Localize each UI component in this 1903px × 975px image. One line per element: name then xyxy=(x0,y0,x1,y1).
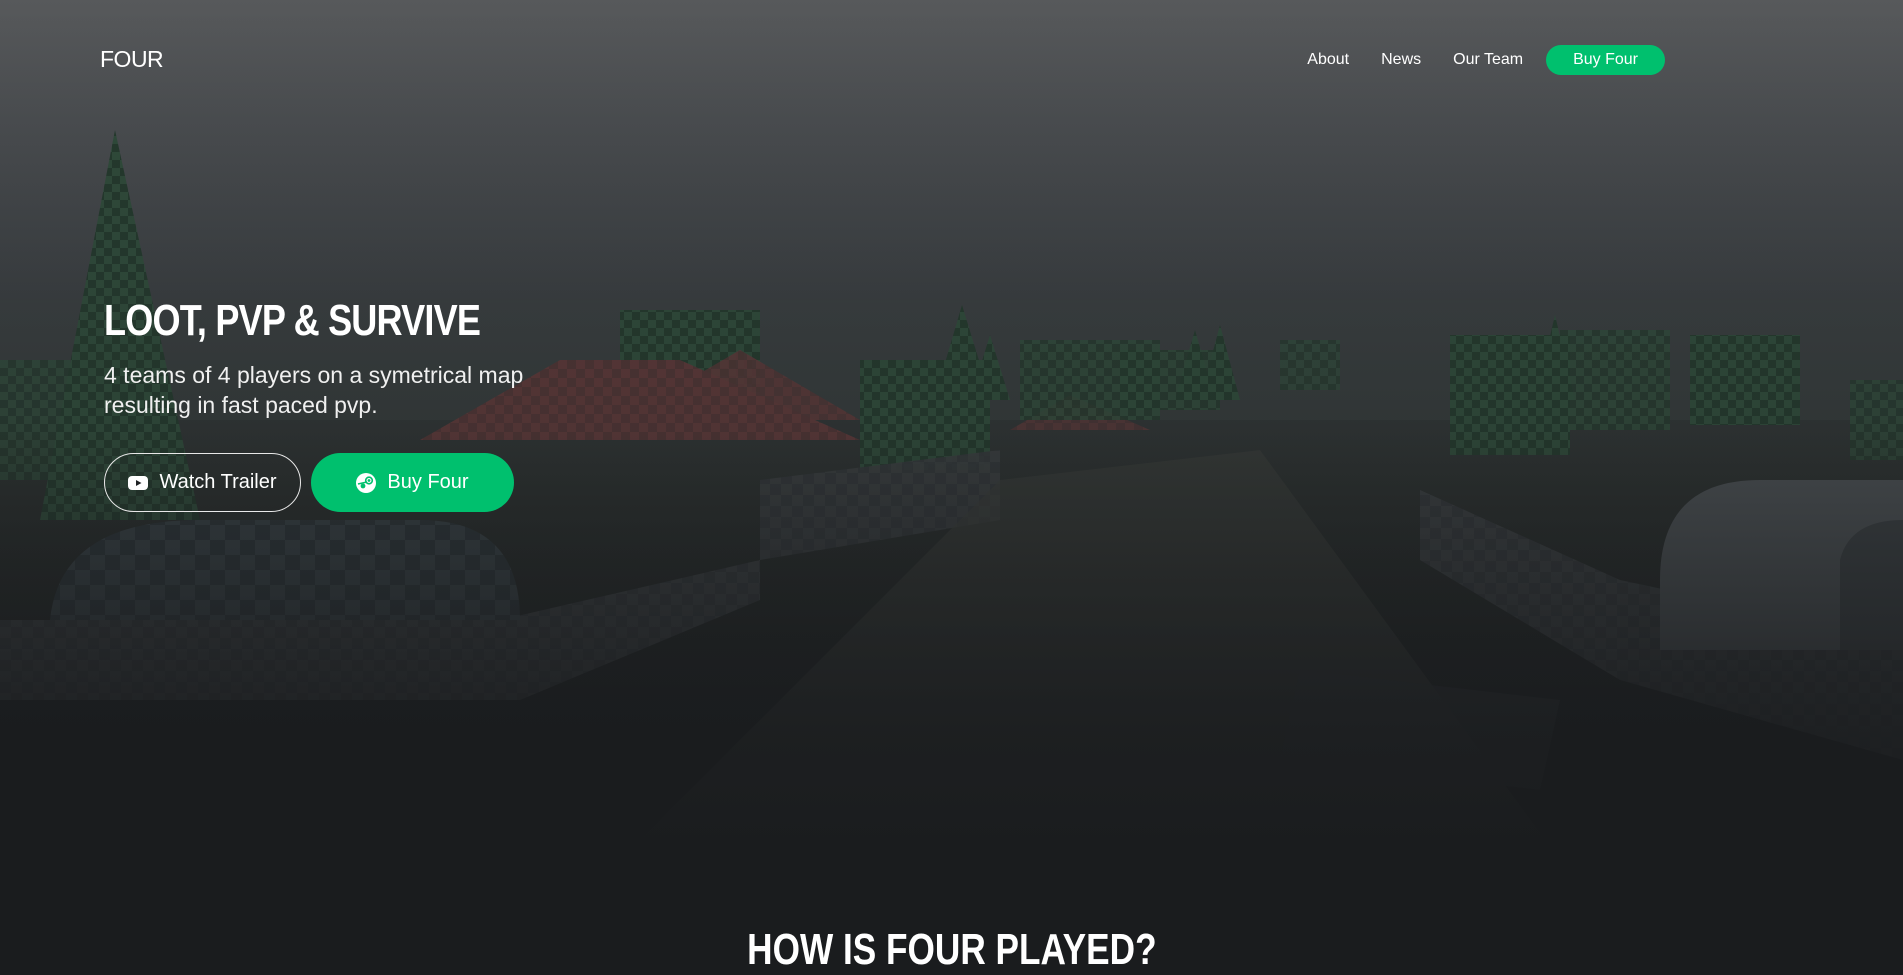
nav-buy-button[interactable]: Buy Four xyxy=(1546,45,1665,75)
hero-background xyxy=(0,0,1903,860)
section-title: HOW IS FOUR PLAYED? xyxy=(0,925,1903,975)
nav-link-our-team[interactable]: Our Team xyxy=(1453,46,1523,74)
youtube-icon xyxy=(128,475,149,491)
buy-four-button[interactable]: Buy Four xyxy=(311,453,514,512)
hero-subtitle: 4 teams of 4 players on a symetrical map… xyxy=(104,362,524,418)
top-navigation: FOUR About News Our Team Buy Four xyxy=(0,0,1903,118)
nav-link-news[interactable]: News xyxy=(1381,46,1421,74)
hero-title: LOOT, PVP & SURVIVE xyxy=(104,296,481,345)
section-title-text: HOW IS FOUR PLAYED? xyxy=(746,925,1157,974)
nav-link-about[interactable]: About xyxy=(1307,46,1349,74)
nav-links: About News Our Team Buy Four xyxy=(1307,45,1665,75)
buy-four-label: Buy Four xyxy=(387,471,469,493)
site-logo[interactable]: FOUR xyxy=(100,46,164,73)
hero-gradient-overlay xyxy=(0,0,1903,860)
watch-trailer-button[interactable]: Watch Trailer xyxy=(104,453,301,512)
watch-trailer-label: Watch Trailer xyxy=(159,471,277,493)
steam-icon xyxy=(356,472,377,493)
